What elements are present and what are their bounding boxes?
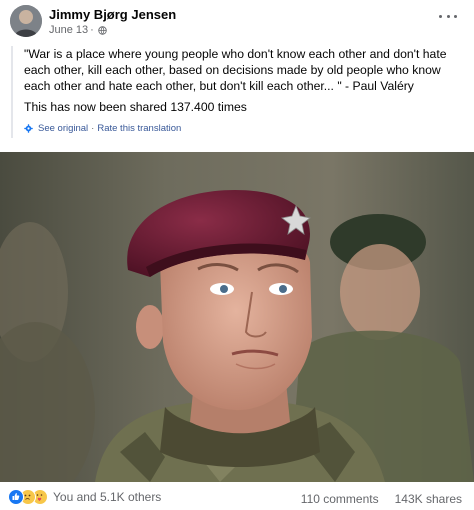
globe-icon: [98, 25, 107, 35]
author-avatar[interactable]: [10, 5, 42, 37]
translation-quote-bar: [11, 46, 13, 138]
shares-count[interactable]: 143K shares: [395, 492, 462, 506]
comments-count[interactable]: 110 comments: [301, 492, 379, 506]
post-date[interactable]: June 13: [49, 24, 88, 36]
rate-translation-link[interactable]: Rate this translation: [97, 123, 181, 134]
see-original-link[interactable]: See original: [38, 123, 88, 134]
more-options-icon[interactable]: [439, 10, 457, 22]
translation-separator: ·: [91, 123, 95, 134]
share-note: This has now been shared 137.400 times: [24, 100, 247, 114]
author-name[interactable]: Jimmy Bjørg Jensen: [49, 7, 176, 22]
post-meta: June 13 ·: [49, 24, 107, 36]
gear-icon: [24, 124, 33, 133]
post-photo[interactable]: [0, 152, 474, 482]
like-icon: [8, 489, 24, 505]
meta-separator: ·: [90, 24, 94, 36]
translation-bar: See original · Rate this translation: [24, 123, 181, 134]
post-text: "War is a place where young people who d…: [24, 47, 447, 93]
post-header: Jimmy Bjørg Jensen June 13 ·: [0, 0, 474, 44]
reactions-summary[interactable]: You and 5.1K others: [8, 489, 161, 505]
reactions-label: You and 5.1K others: [53, 490, 162, 504]
post-footer: You and 5.1K others 110 comments 143K sh…: [0, 482, 474, 510]
engagement-counts: 110 comments 143K shares: [301, 492, 462, 506]
soldier-photo-illustration: [0, 152, 474, 482]
